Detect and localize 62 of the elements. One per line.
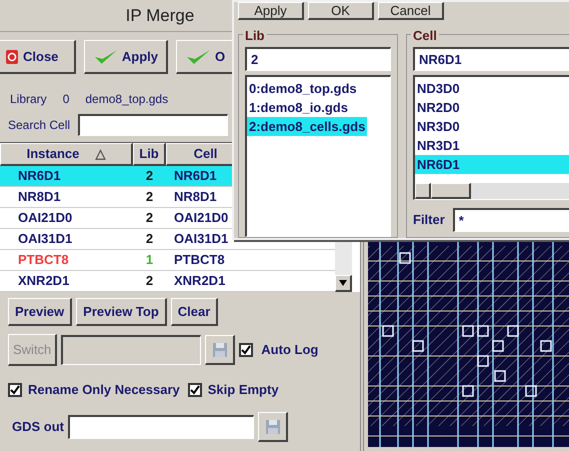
cell-name-cell-text: OAI21D0	[173, 209, 228, 228]
instance-cell-text: PTBCT8	[17, 251, 70, 270]
column-header[interactable]: Instance △	[0, 143, 133, 166]
library-file: demo8_top.gds	[85, 91, 168, 108]
cell-field[interactable]: NR6D1	[413, 47, 569, 71]
window-title: IP Merge	[126, 4, 196, 27]
checkbox[interactable]	[239, 343, 254, 357]
search-label: Search Cell	[8, 117, 70, 134]
cell-name-cell-text: PTBCT8	[173, 251, 225, 270]
option-label: Skip Empty	[208, 381, 279, 400]
cell-list-item[interactable]: NR2D0	[415, 98, 569, 117]
auto-log-label: Auto Log	[261, 341, 318, 360]
instance-cell-text: XNR2D1	[17, 272, 70, 290]
dialog-button[interactable]: Apply	[238, 2, 304, 20]
gds-out-field[interactable]	[68, 415, 254, 439]
library-index: 0	[62, 91, 70, 108]
preview-button[interactable]: Preview Top	[76, 298, 167, 326]
save-icon[interactable]	[205, 335, 236, 365]
preview-button[interactable]: Preview	[8, 298, 72, 326]
instance-cell-text: OAI31D1	[17, 230, 74, 248]
instance-cell-text: OAI21D0	[17, 209, 74, 228]
cell-list-item[interactable]: ND3D0	[415, 79, 569, 98]
library-label: Library	[10, 91, 47, 108]
instance-cell-text: NR8D1	[17, 188, 62, 206]
lib-field[interactable]: 2	[245, 47, 391, 71]
cell-name-cell-text: OAI31D1	[173, 230, 228, 248]
lib-cell-text: 1	[144, 251, 154, 270]
check-icon	[185, 48, 211, 66]
cell-name-cell-text: NR8D1	[173, 188, 217, 206]
column-header[interactable]: Lib	[133, 143, 166, 166]
lib-list-item[interactable]: 2:demo8_cells.gds	[247, 117, 368, 136]
gds-out-label: GDS out	[12, 418, 64, 436]
lib-list-item[interactable]: 1:demo8_io.gds	[247, 98, 350, 117]
checkbox[interactable]	[188, 383, 202, 397]
filter-field[interactable]: *	[452, 208, 569, 232]
lib-cell-text: 2	[144, 230, 154, 248]
preview-button[interactable]: Clear	[170, 298, 218, 326]
check-icon	[93, 48, 118, 66]
filter-label: Filter	[413, 211, 445, 230]
lib-cell-text: 2	[144, 188, 154, 206]
cell-list-item[interactable]: NR6D1	[415, 155, 569, 174]
cell-list-item[interactable]: NR3D0	[415, 117, 569, 136]
dialog-button[interactable]: Cancel	[378, 2, 444, 20]
lib-cell-text: 2	[144, 209, 154, 228]
cell-name-cell-text: NR6D1	[173, 167, 217, 186]
switch-field[interactable]	[61, 335, 202, 365]
dialog-button[interactable]: OK	[308, 2, 374, 20]
sort-indicator: △	[95, 145, 106, 164]
instance-cell-text: NR6D1	[17, 167, 62, 186]
cell-name-cell-text: XNR2D1	[173, 272, 226, 290]
lib-cell-text: 2	[144, 167, 154, 186]
lib-cell-text: 2	[144, 272, 154, 290]
toolbar-button[interactable]: Close	[0, 40, 76, 74]
cell-list-item[interactable]: NR3D1	[415, 136, 569, 155]
down-arrow-icon[interactable]	[339, 280, 347, 286]
close-icon	[5, 48, 19, 64]
search-field[interactable]	[78, 114, 228, 136]
checkbox[interactable]	[8, 383, 22, 397]
option-label: Rename Only Necessary	[28, 381, 180, 400]
toolbar-button[interactable]: Apply	[84, 40, 168, 74]
save-icon[interactable]	[258, 412, 288, 442]
lib-list-item[interactable]: 0:demo8_top.gds	[247, 79, 359, 98]
